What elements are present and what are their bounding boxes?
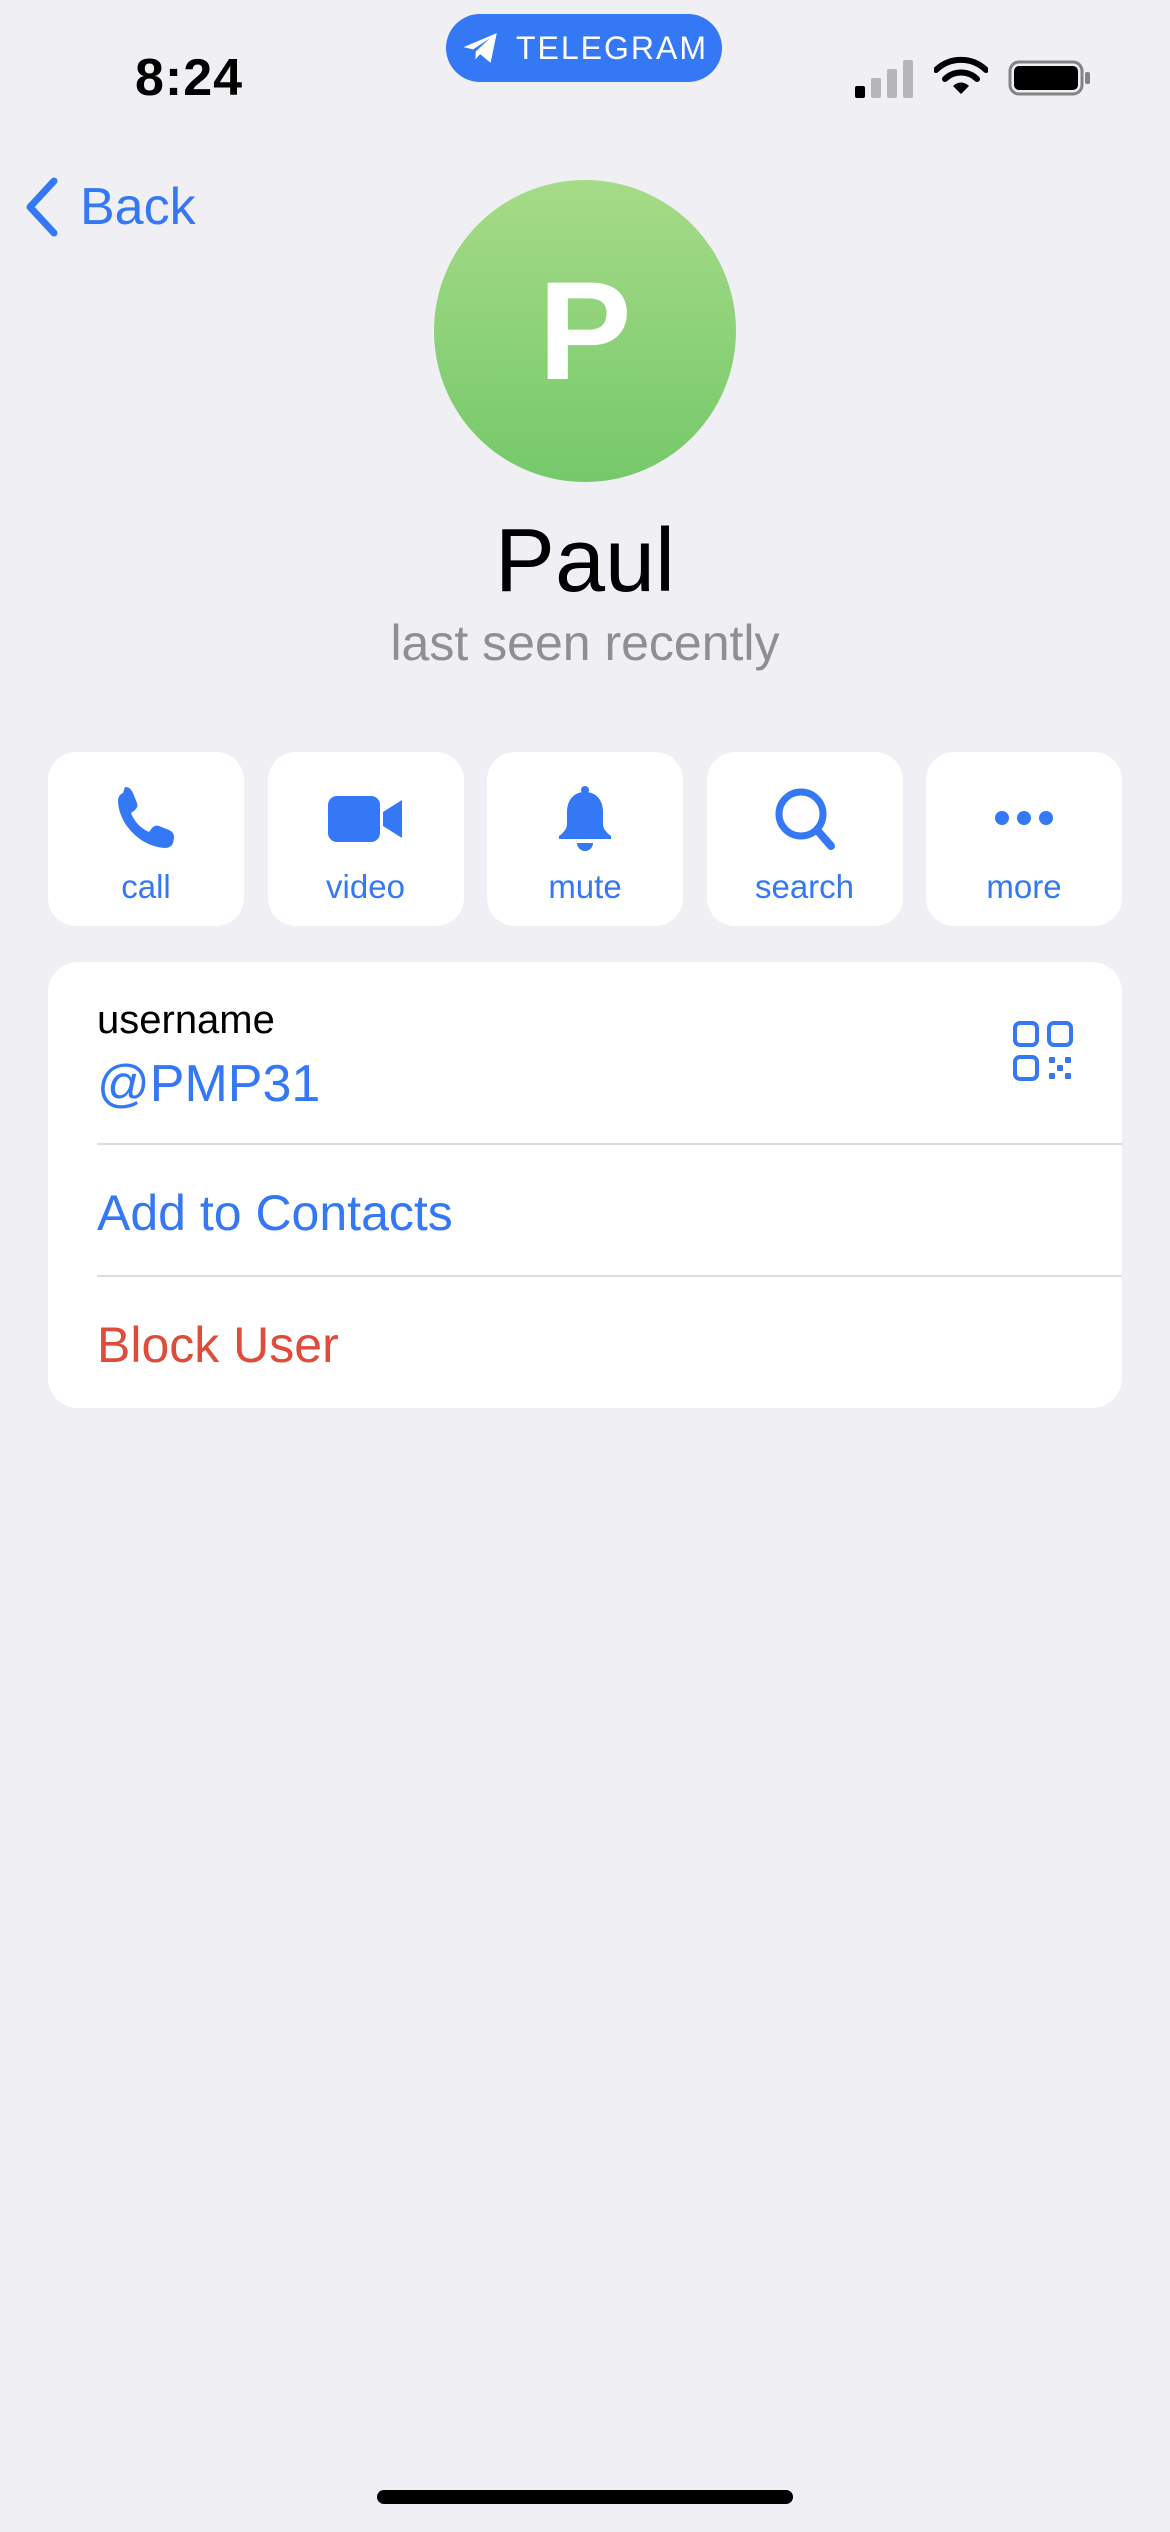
username-value[interactable]: @PMP31 — [97, 1054, 320, 1114]
search-label: search — [754, 868, 855, 905]
username-label: username — [97, 998, 275, 1042]
status-time: 8:24 — [135, 49, 244, 107]
avatar[interactable]: P — [434, 180, 736, 482]
wifi-icon — [934, 56, 988, 94]
mute-button[interactable]: mute — [487, 752, 683, 926]
battery-icon — [1008, 60, 1090, 96]
more-label: more — [986, 868, 1062, 905]
action-bar: call video mute search more — [48, 752, 1122, 926]
mute-label: mute — [548, 868, 622, 905]
call-button[interactable]: call — [48, 752, 244, 926]
video-camera-icon — [327, 796, 402, 842]
avatar-initial: P — [538, 252, 632, 409]
divider — [97, 1275, 1122, 1277]
telegram-plane-icon — [463, 33, 497, 63]
telegram-pill-label: TELEGRAM — [515, 29, 709, 66]
qr-code-icon[interactable] — [1012, 1020, 1074, 1082]
chevron-left-icon — [26, 177, 58, 237]
search-icon — [775, 788, 835, 850]
contact-name: Paul — [494, 511, 676, 611]
info-card: username @PMP31 Add to Contacts Block Us… — [48, 962, 1122, 1408]
block-user-button[interactable]: Block User — [97, 1316, 339, 1374]
video-button[interactable]: video — [267, 752, 464, 926]
cellular-signal-icon — [855, 60, 913, 98]
video-label: video — [326, 868, 405, 905]
username-row[interactable]: username @PMP31 — [48, 962, 1122, 1144]
back-button[interactable]: Back — [22, 172, 196, 242]
status-bar: 8:24 TELEGRAM — [0, 0, 1170, 150]
telegram-return-pill[interactable]: TELEGRAM — [446, 14, 722, 82]
search-button[interactable]: search — [706, 752, 903, 926]
more-button[interactable]: more — [926, 752, 1122, 926]
call-label: call — [121, 868, 171, 905]
back-label: Back — [80, 178, 196, 236]
bell-icon — [559, 786, 611, 851]
last-seen-status: last seen recently — [390, 615, 780, 671]
home-indicator[interactable] — [377, 2490, 793, 2504]
phone-icon — [118, 787, 174, 848]
add-to-contacts-button[interactable]: Add to Contacts — [97, 1184, 453, 1242]
ellipsis-icon — [995, 811, 1053, 825]
divider — [97, 1143, 1122, 1145]
